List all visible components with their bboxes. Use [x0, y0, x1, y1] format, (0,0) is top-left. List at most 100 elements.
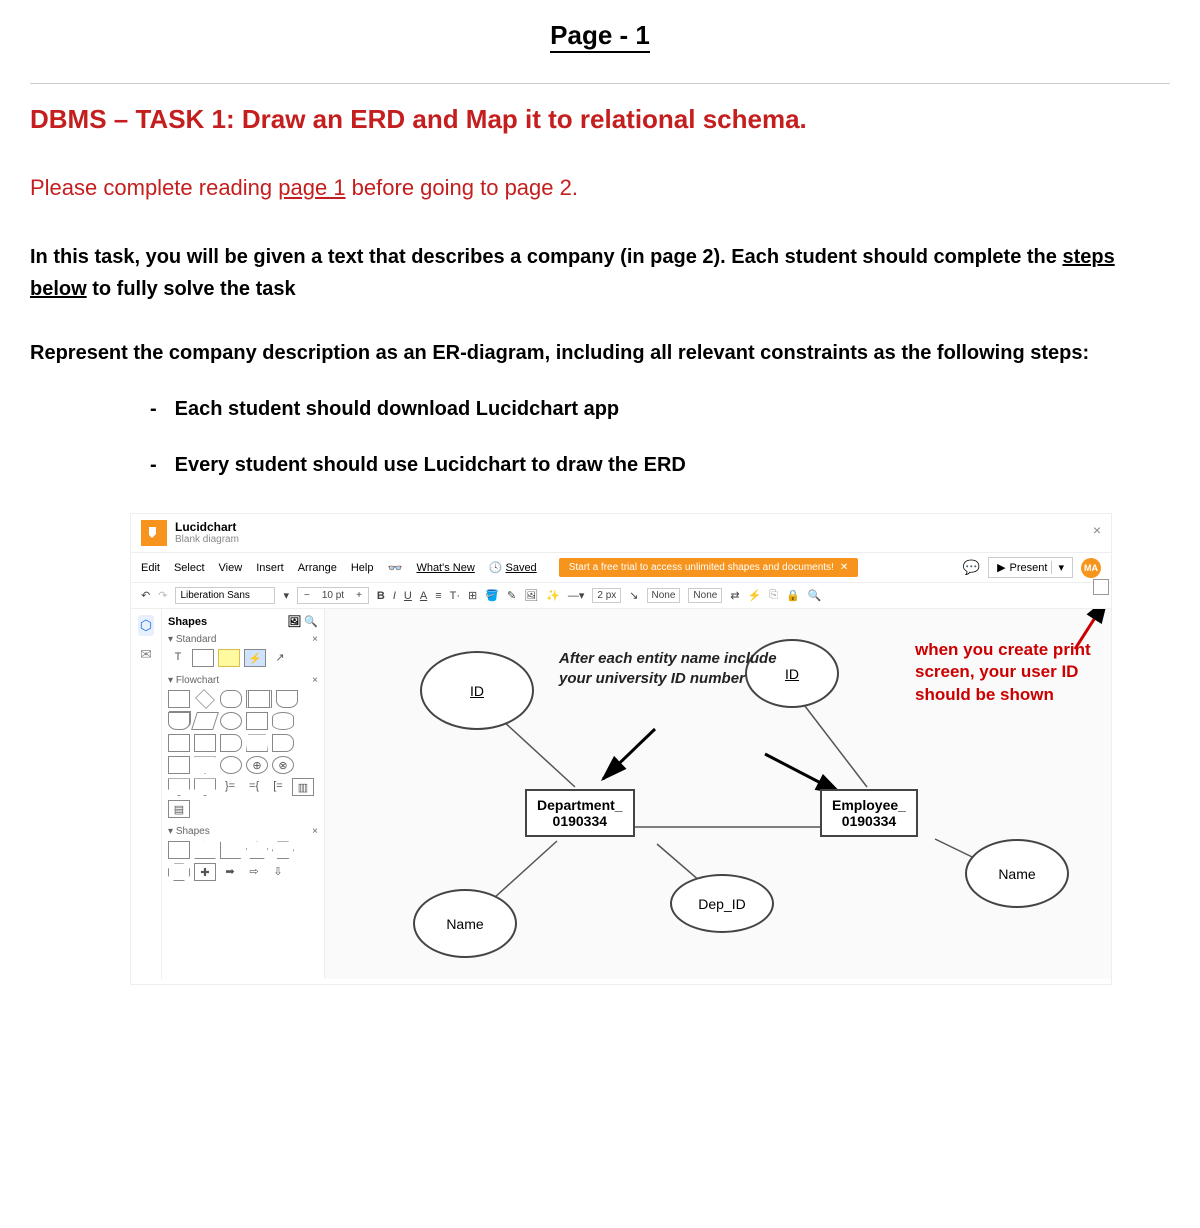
- align-button[interactable]: ≡: [435, 590, 441, 602]
- erd-attr-name-dept[interactable]: Name: [413, 889, 517, 958]
- fc-sum[interactable]: ⊕: [246, 756, 268, 774]
- table-icon[interactable]: ⊞: [468, 589, 477, 602]
- erd-attr-id-1[interactable]: ID: [420, 651, 534, 730]
- feedback-icon[interactable]: 👓: [387, 561, 402, 575]
- erd-entity-employee[interactable]: Employee_0190334: [820, 789, 918, 837]
- menu-edit[interactable]: Edit: [141, 562, 160, 574]
- fc-brace-close[interactable]: }=: [220, 778, 240, 794]
- sh-rtriangle[interactable]: [220, 841, 242, 859]
- fc-brace-open[interactable]: [=: [268, 778, 288, 794]
- close-banner-icon[interactable]: ✕: [840, 562, 848, 573]
- fc-multi-doc[interactable]: [168, 712, 190, 730]
- erd-canvas[interactable]: ID ID After each entity name include you…: [325, 609, 1111, 979]
- sh-rect[interactable]: [168, 841, 190, 859]
- remove-standard-icon[interactable]: ×: [312, 634, 318, 645]
- image-lib-icon[interactable]: 🖼: [287, 616, 301, 628]
- undo-icon[interactable]: ↶: [141, 589, 150, 602]
- sh-hexagon[interactable]: [272, 841, 294, 859]
- spacing-icon[interactable]: ⇄: [730, 589, 739, 602]
- search-toolbar-icon[interactable]: 🔍: [808, 589, 822, 602]
- avatar[interactable]: MA: [1081, 558, 1101, 578]
- erd-attr-depid[interactable]: Dep_ID: [670, 874, 774, 933]
- redo-icon[interactable]: ↷: [158, 589, 167, 602]
- line-type-icon[interactable]: ↘: [629, 589, 638, 602]
- arrow-left-select[interactable]: None: [647, 588, 681, 603]
- fc-display[interactable]: [220, 734, 242, 752]
- close-icon[interactable]: ×: [1093, 522, 1101, 538]
- layers-tab-icon[interactable]: ✉: [140, 646, 152, 663]
- font-family-chevron-icon[interactable]: ▾: [283, 589, 289, 602]
- bolt-icon[interactable]: ⚡: [748, 589, 762, 602]
- copy-icon[interactable]: ⎘: [769, 589, 778, 602]
- text-color-button[interactable]: A: [420, 590, 427, 602]
- sh-cross[interactable]: ✚: [194, 863, 216, 881]
- menu-whats-new[interactable]: What's New: [416, 562, 474, 574]
- fc-process[interactable]: [168, 690, 190, 708]
- fc-card[interactable]: [194, 734, 216, 752]
- search-shapes-icon[interactable]: 🔍: [304, 616, 318, 628]
- sh-pentagon[interactable]: [246, 841, 268, 859]
- fc-collate[interactable]: ⊗: [272, 756, 294, 774]
- fc-terminator[interactable]: [220, 690, 242, 708]
- menu-view[interactable]: View: [219, 562, 243, 574]
- sh-darrow[interactable]: ⇨: [244, 863, 264, 879]
- chevron-down-icon[interactable]: ▾: [1051, 561, 1064, 574]
- fc-delay[interactable]: [272, 734, 294, 752]
- underline-button[interactable]: U: [404, 590, 412, 602]
- zoom-toggle-icon[interactable]: [1093, 579, 1109, 595]
- image-icon[interactable]: 🖼: [524, 589, 538, 602]
- menu-arrange[interactable]: Arrange: [298, 562, 337, 574]
- text-options-button[interactable]: T·: [450, 590, 460, 602]
- fc-data-io[interactable]: [191, 712, 219, 730]
- remove-shapes-icon[interactable]: ×: [312, 826, 318, 837]
- shapes-tab-icon[interactable]: ⬡: [138, 615, 154, 636]
- sh-triangle[interactable]: [194, 841, 216, 859]
- group-shapes[interactable]: Shapes: [176, 826, 210, 837]
- erd-attr-name-emp[interactable]: Name: [965, 839, 1069, 908]
- fill-color-icon[interactable]: 🪣: [485, 589, 499, 602]
- text-shape[interactable]: T: [168, 649, 188, 665]
- fc-predef[interactable]: [246, 690, 272, 708]
- fc-note[interactable]: [194, 778, 216, 796]
- menu-select[interactable]: Select: [174, 562, 205, 574]
- fc-stored[interactable]: [168, 756, 190, 774]
- menu-help[interactable]: Help: [351, 562, 374, 574]
- fc-decision[interactable]: [195, 689, 215, 709]
- magic-icon[interactable]: ✨: [546, 589, 560, 602]
- group-flowchart[interactable]: Flowchart: [176, 675, 219, 686]
- arrow-right-select[interactable]: None: [688, 588, 722, 603]
- font-family-select[interactable]: [175, 587, 275, 604]
- italic-button[interactable]: I: [393, 590, 396, 602]
- fc-or[interactable]: [220, 756, 242, 774]
- sh-octagon[interactable]: [168, 863, 190, 881]
- remove-flowchart-icon[interactable]: ×: [312, 675, 318, 686]
- line-shape[interactable]: ↗: [270, 649, 290, 665]
- fc-swimlane-h[interactable]: ▤: [168, 800, 190, 818]
- fc-paper-tape[interactable]: [168, 734, 190, 752]
- note-shape[interactable]: [218, 649, 240, 667]
- fc-merge[interactable]: [194, 756, 216, 774]
- lock-icon[interactable]: 🔒: [786, 589, 800, 602]
- bold-button[interactable]: B: [377, 590, 385, 602]
- fc-swimlane-v[interactable]: ▥: [292, 778, 314, 796]
- sh-uarrow[interactable]: ⇩: [268, 863, 288, 879]
- fc-document[interactable]: [276, 690, 298, 708]
- erd-entity-department[interactable]: Department_0190334: [525, 789, 635, 837]
- comment-icon[interactable]: 💬: [963, 559, 980, 576]
- fc-brace-eq[interactable]: ={: [244, 778, 264, 794]
- sh-rarrow[interactable]: ➡: [220, 863, 240, 879]
- line-style-button[interactable]: ―▾: [568, 589, 585, 602]
- menu-insert[interactable]: Insert: [256, 562, 284, 574]
- hotspot-shape[interactable]: ⚡: [244, 649, 266, 667]
- present-button[interactable]: ▶ Present ▾: [988, 557, 1073, 578]
- fc-connector[interactable]: [220, 712, 242, 730]
- trial-banner[interactable]: Start a free trial to access unlimited s…: [559, 558, 859, 577]
- fc-internal-storage[interactable]: [246, 712, 268, 730]
- stroke-width[interactable]: 2 px: [592, 588, 621, 603]
- group-standard[interactable]: Standard: [176, 634, 217, 645]
- fc-offpage[interactable]: [168, 778, 190, 796]
- font-size-control[interactable]: −10 pt+: [297, 587, 369, 604]
- line-color-icon[interactable]: ✎: [507, 589, 516, 602]
- fc-manual[interactable]: [246, 734, 268, 752]
- fc-database[interactable]: [272, 712, 294, 730]
